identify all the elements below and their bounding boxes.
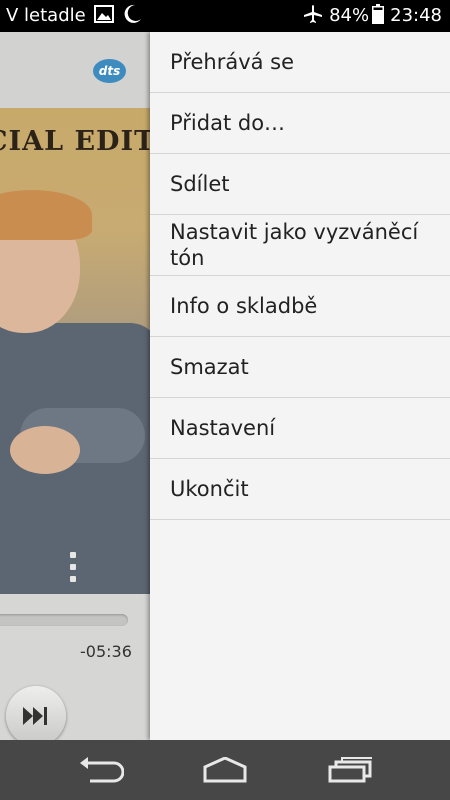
options-menu: Přehrává se Přidat do… Sdílet Nastavit j…	[150, 32, 450, 740]
menu-item-label: Nastavit jako vyzváněcí tón	[170, 220, 419, 270]
menu-item-label: Přehrává se	[170, 50, 295, 74]
next-track-button[interactable]	[6, 686, 66, 740]
overflow-menu-icon[interactable]	[70, 552, 78, 582]
seek-bar[interactable]	[0, 614, 128, 626]
battery-icon	[372, 4, 385, 28]
battery-percent: 84%	[329, 5, 370, 26]
album-art: CIAL EDITION	[0, 108, 150, 594]
airplane-icon	[303, 4, 323, 28]
menu-item-set-ringtone[interactable]: Nastavit jako vyzváněcí tón	[150, 215, 450, 276]
back-icon	[80, 757, 125, 783]
home-icon	[203, 756, 247, 783]
menu-item-label: Sdílet	[170, 172, 230, 196]
menu-item-label: Info o skladbě	[170, 294, 318, 318]
gallery-icon	[93, 5, 114, 27]
player-controls: -05:36	[0, 594, 150, 740]
menu-item-label: Přidat do…	[170, 111, 286, 135]
skip-next-icon	[23, 707, 47, 725]
album-title-text: CIAL EDITION	[0, 126, 150, 157]
menu-item-label: Nastavení	[170, 416, 276, 440]
art-figure-hair	[0, 190, 92, 240]
player-header: dts	[0, 32, 150, 108]
menu-item-song-info[interactable]: Info o skladbě	[150, 276, 450, 337]
menu-item-exit[interactable]: Ukončit	[150, 459, 450, 520]
art-figure-hand	[10, 426, 80, 474]
menu-item-share[interactable]: Sdílet	[150, 154, 450, 215]
back-button[interactable]	[78, 757, 125, 787]
menu-item-label: Smazat	[170, 355, 249, 379]
menu-item-add-to[interactable]: Přidat do…	[150, 93, 450, 154]
carrier-label: V letadle	[6, 5, 86, 26]
menu-item-settings[interactable]: Nastavení	[150, 398, 450, 459]
recent-apps-button[interactable]	[328, 757, 374, 787]
menu-item-now-playing[interactable]: Přehrává se	[150, 32, 450, 93]
menu-item-label: Ukončit	[170, 477, 249, 501]
home-button[interactable]	[201, 756, 249, 787]
menu-item-delete[interactable]: Smazat	[150, 337, 450, 398]
recent-apps-icon	[328, 757, 372, 783]
dts-logo[interactable]: dts	[93, 59, 126, 83]
status-bar: V letadle 84% 23:48	[0, 0, 450, 32]
moon-icon	[121, 3, 143, 29]
clock: 23:48	[390, 5, 442, 26]
navigation-bar	[0, 740, 450, 800]
music-player: dts CIAL EDITION -05:36	[0, 32, 150, 740]
time-remaining: -05:36	[80, 642, 132, 661]
